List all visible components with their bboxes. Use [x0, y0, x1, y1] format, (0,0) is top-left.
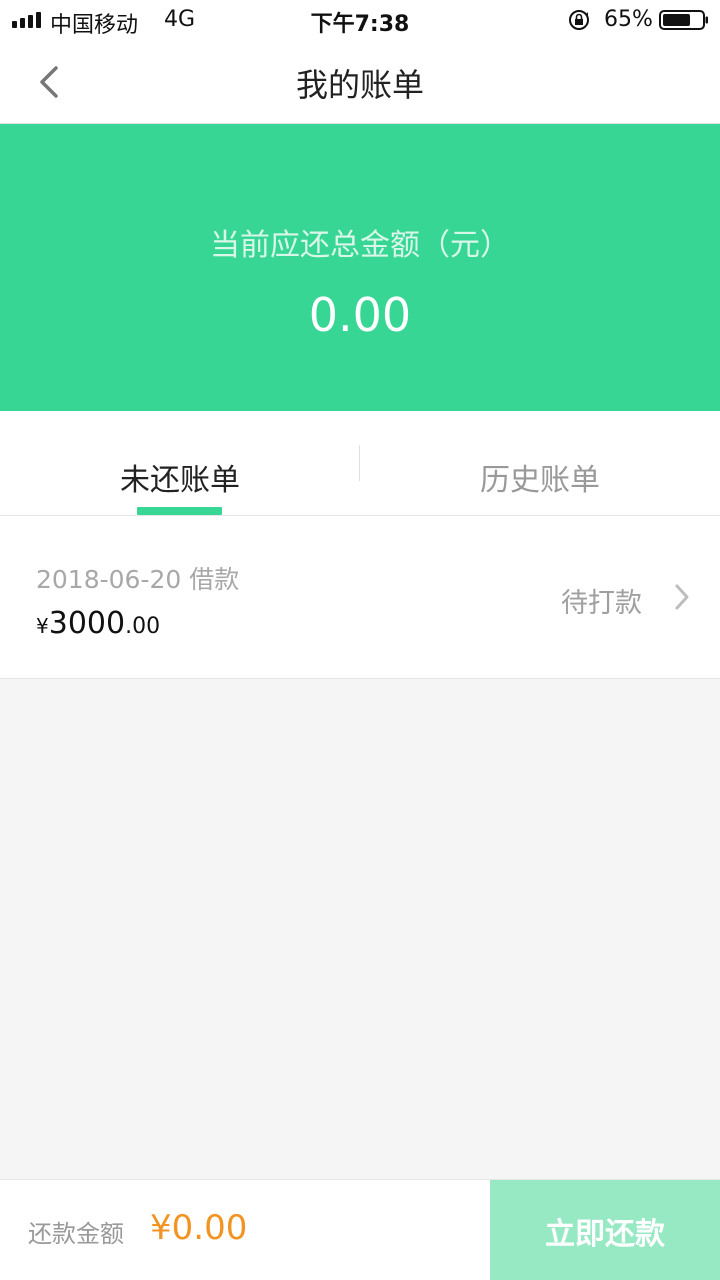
repay-amount-label: 还款金额 — [28, 1220, 124, 1248]
tab-label: 未还账单 — [120, 463, 240, 498]
bill-status: 待打款 — [561, 588, 642, 619]
total-due-amount: 0.00 — [308, 288, 412, 342]
bill-date: 2018-06-20 借款 — [36, 565, 240, 594]
total-due-summary: 当前应还总金额（元） 0.00 — [0, 124, 720, 411]
repay-amount-value: ¥0.00 — [150, 1208, 248, 1248]
active-tab-indicator — [137, 507, 222, 515]
tab-unpaid-bills[interactable]: 未还账单 — [0, 411, 360, 516]
my-bills-screen: 中国移动 4G 下午7:38 65% 我的账单 当前应还总金额（元） 0.00 … — [0, 0, 720, 1280]
tab-history-bills[interactable]: 历史账单 — [360, 411, 720, 516]
currency-symbol: ¥ — [36, 614, 49, 638]
repay-now-button[interactable]: 立即还款 — [490, 1180, 720, 1280]
bill-list-item[interactable]: 2018-06-20 借款 ¥ 3000 .00 待打款 — [0, 516, 720, 679]
bill-amount: ¥ 3000 .00 — [36, 606, 160, 641]
amount-integer: 3000 — [48, 606, 126, 641]
battery-percent: 65% — [604, 7, 653, 32]
rotation-lock-icon — [569, 10, 589, 30]
repay-bar: 还款金额 ¥0.00 立即还款 — [0, 1179, 720, 1280]
tab-label: 历史账单 — [480, 463, 600, 498]
navigation-bar: 我的账单 — [0, 40, 720, 124]
bill-tabs: 未还账单 历史账单 — [0, 411, 720, 516]
amount-decimal: .00 — [125, 614, 161, 639]
total-due-label: 当前应还总金额（元） — [210, 228, 510, 263]
battery-icon — [659, 10, 708, 30]
status-bar: 中国移动 4G 下午7:38 65% — [0, 0, 720, 40]
page-title: 我的账单 — [295, 66, 424, 104]
chevron-right-icon — [675, 584, 689, 610]
